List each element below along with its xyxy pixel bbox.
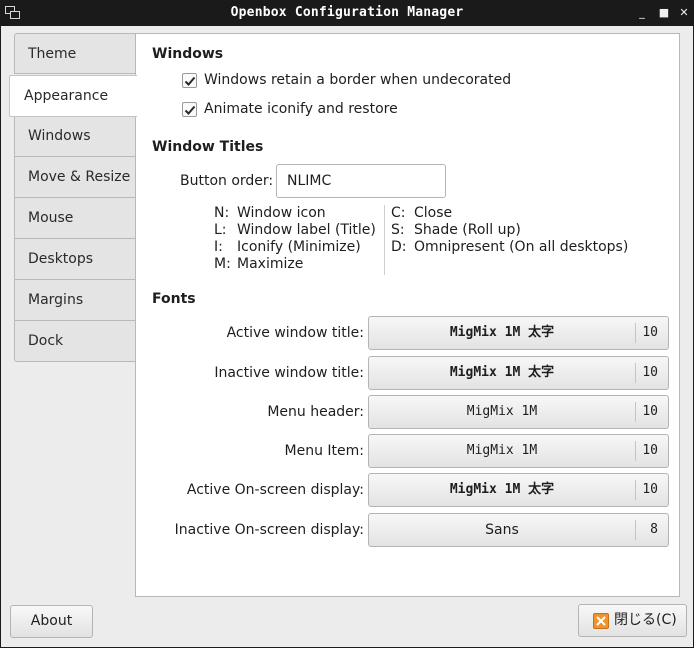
- close-icon: [593, 613, 609, 629]
- legend-left-column: N: Window icon L: Window label (Title) I: I…: [214, 205, 376, 273]
- font-size: 10: [642, 365, 658, 380]
- font-button-divider: [635, 363, 636, 383]
- inactive-window-title-font-button[interactable]: MigMix 1M 太字 10: [368, 356, 669, 390]
- openbox-config-window: Openbox Configuration Manager _ ■ ✕ Them…: [0, 0, 694, 648]
- tab-desktops[interactable]: Desktops: [14, 239, 136, 280]
- menu-item-font-button[interactable]: MigMix 1M 10: [368, 434, 669, 468]
- font-name: MigMix 1M: [466, 404, 538, 419]
- font-size: 10: [642, 325, 658, 340]
- windows-section-title: Windows: [152, 46, 224, 62]
- animate-iconify-label: Animate iconify and restore: [204, 101, 398, 117]
- close-button-label: 閉じる(C): [614, 612, 677, 628]
- button-order-input[interactable]: NLIMC: [276, 164, 446, 198]
- fonts-section-title: Fonts: [152, 291, 196, 307]
- font-name: Sans: [485, 522, 519, 538]
- inactive-osd-font-button[interactable]: Sans 8: [368, 513, 669, 547]
- tab-windows[interactable]: Windows: [14, 116, 136, 157]
- legend-item: M: Maximize: [214, 256, 304, 272]
- font-row-active-osd: Active On-screen display: MigMix 1M 太字 1…: [136, 473, 681, 507]
- active-window-title-font-button[interactable]: MigMix 1M 太字 10: [368, 316, 669, 350]
- button-order-legend: N: Window icon L: Window label (Title) I: I…: [214, 205, 628, 275]
- appearance-page: Windows Windows retain a border when und…: [135, 33, 680, 597]
- legend-item: D: Omnipresent (On all desktops): [391, 239, 629, 255]
- title-bar[interactable]: Openbox Configuration Manager _ ■ ✕: [1, 1, 693, 26]
- legend-item: I: Iconify (Minimize): [214, 239, 361, 255]
- font-name: MigMix 1M 太字: [449, 325, 555, 340]
- tab-appearance[interactable]: Appearance: [9, 75, 137, 117]
- font-button-divider: [635, 402, 636, 422]
- font-button-divider: [635, 441, 636, 461]
- retain-border-label: Windows retain a border when undecorated: [204, 72, 512, 88]
- check-icon: [184, 76, 196, 86]
- font-row-label: Inactive On-screen display:: [174, 522, 364, 538]
- font-row-inactive-window-title: Inactive window title: MigMix 1M 太字 10: [136, 356, 681, 390]
- animate-iconify-checkbox[interactable]: [182, 102, 197, 117]
- font-row-label: Active On-screen display:: [186, 482, 364, 498]
- font-row-label: Menu Item:: [284, 443, 364, 459]
- tab-move-resize[interactable]: Move & Resize: [14, 157, 136, 198]
- window-title: Openbox Configuration Manager: [230, 5, 464, 20]
- legend-item: L: Window label (Title): [214, 222, 376, 238]
- about-button[interactable]: About: [10, 605, 93, 638]
- font-size: 8: [650, 522, 658, 537]
- font-row-label: Menu header:: [267, 404, 364, 420]
- retain-border-checkbox[interactable]: [182, 73, 197, 88]
- font-button-divider: [635, 323, 636, 343]
- tab-mouse[interactable]: Mouse: [14, 198, 136, 239]
- button-order-label: Button order:: [180, 173, 274, 189]
- font-name: MigMix 1M: [466, 443, 538, 458]
- font-button-divider: [635, 520, 636, 540]
- font-button-divider: [635, 480, 636, 500]
- font-row-label: Active window title:: [226, 325, 364, 341]
- maximize-button[interactable]: ■: [657, 6, 671, 20]
- minimize-button[interactable]: _: [635, 6, 649, 20]
- font-size: 10: [642, 443, 658, 458]
- tab-dock[interactable]: Dock: [14, 321, 136, 362]
- font-row-label: Inactive window title:: [214, 365, 364, 381]
- font-row-menu-item: Menu Item: MigMix 1M 10: [136, 434, 681, 468]
- legend-item: C: Close: [391, 205, 453, 221]
- font-row-menu-header: Menu header: MigMix 1M 10: [136, 395, 681, 429]
- menu-header-font-button[interactable]: MigMix 1M 10: [368, 395, 669, 429]
- window-titles-section-title: Window Titles: [152, 139, 264, 155]
- font-name: MigMix 1M 太字: [449, 482, 555, 497]
- check-icon: [184, 105, 196, 115]
- font-size: 10: [642, 482, 658, 497]
- window-close-button[interactable]: ✕: [677, 6, 691, 20]
- close-button[interactable]: 閉じる(C): [578, 604, 687, 637]
- legend-item: N: Window icon: [214, 205, 326, 221]
- legend-right-column: C: Close S: Shade (Roll up) D: Omnipresent …: [384, 205, 628, 275]
- tab-margins[interactable]: Margins: [14, 280, 136, 321]
- font-size: 10: [642, 404, 658, 419]
- font-row-inactive-osd: Inactive On-screen display: Sans 8: [136, 513, 681, 547]
- font-name: MigMix 1M 太字: [449, 365, 555, 380]
- active-osd-font-button[interactable]: MigMix 1M 太字 10: [368, 473, 669, 507]
- legend-item: S: Shade (Roll up): [391, 222, 521, 238]
- font-row-active-window-title: Active window title: MigMix 1M 太字 10: [136, 316, 681, 350]
- tab-theme[interactable]: Theme: [14, 33, 136, 74]
